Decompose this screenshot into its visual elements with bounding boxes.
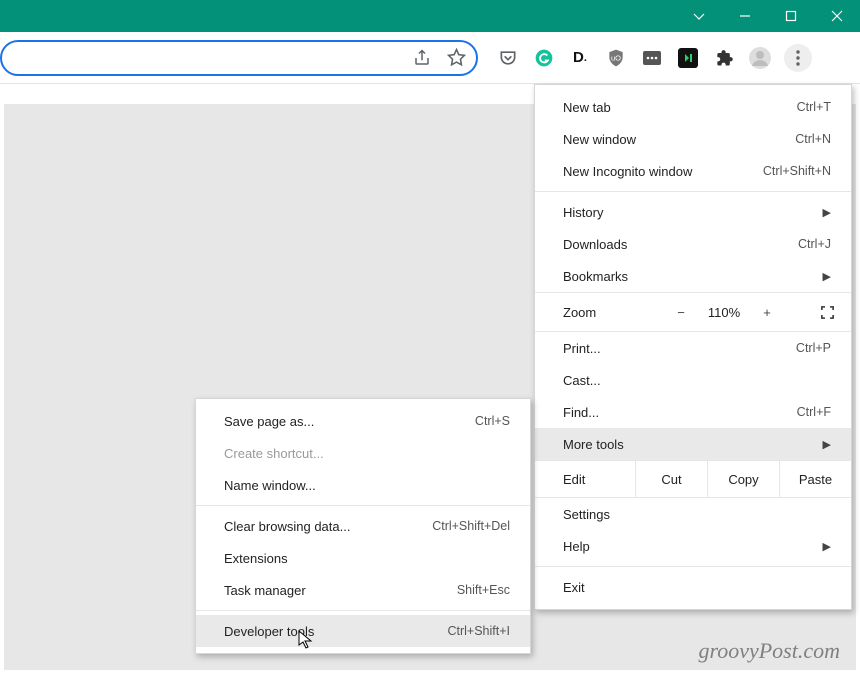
pocket-icon[interactable] <box>496 46 520 70</box>
edit-label: Edit <box>535 472 635 487</box>
menu-exit[interactable]: Exit <box>535 571 851 603</box>
kebab-menu-button[interactable] <box>784 44 812 72</box>
extensions-puzzle-icon[interactable] <box>712 46 736 70</box>
menu-cast[interactable]: Cast... <box>535 364 851 396</box>
submenu-developer-tools[interactable]: Developer toolsCtrl+Shift+I <box>196 615 530 647</box>
submenu-task-manager[interactable]: Task managerShift+Esc <box>196 574 530 606</box>
submenu-save-page[interactable]: Save page as...Ctrl+S <box>196 405 530 437</box>
chevron-right-icon: ▶ <box>823 438 831 451</box>
menu-print[interactable]: Print...Ctrl+P <box>535 332 851 364</box>
menu-history[interactable]: History▶ <box>535 196 851 228</box>
zoom-label: Zoom <box>563 305 663 320</box>
zoom-out-button[interactable]: − <box>663 305 699 320</box>
menu-more-tools[interactable]: More tools▶ <box>535 428 851 460</box>
window-maximize-button[interactable] <box>768 0 814 32</box>
menu-new-incognito[interactable]: New Incognito windowCtrl+Shift+N <box>535 155 851 187</box>
profile-avatar-icon[interactable] <box>748 46 772 70</box>
grammarly-icon[interactable] <box>532 46 556 70</box>
window-close-button[interactable] <box>814 0 860 32</box>
menu-bookmarks[interactable]: Bookmarks▶ <box>535 260 851 292</box>
ublock-icon[interactable]: uO <box>604 46 628 70</box>
menu-zoom-row: Zoom − 110% + <box>535 292 851 332</box>
zoom-in-button[interactable]: + <box>749 305 785 320</box>
more-tools-submenu: Save page as...Ctrl+S Create shortcut...… <box>195 398 531 654</box>
window-titlebar <box>0 0 860 32</box>
chevron-right-icon: ▶ <box>823 206 831 219</box>
chevron-right-icon: ▶ <box>823 270 831 283</box>
edit-cut-button[interactable]: Cut <box>635 461 707 497</box>
svg-text:uO: uO <box>611 53 621 62</box>
menu-settings[interactable]: Settings <box>535 498 851 530</box>
fullscreen-icon[interactable] <box>813 305 841 320</box>
menu-downloads[interactable]: DownloadsCtrl+J <box>535 228 851 260</box>
address-bar[interactable] <box>0 40 478 76</box>
star-icon[interactable] <box>446 48 466 68</box>
share-icon[interactable] <box>412 48 432 68</box>
submenu-extensions[interactable]: Extensions <box>196 542 530 574</box>
dictionary-icon[interactable]: D. <box>568 46 592 70</box>
zoom-value: 110% <box>699 305 749 320</box>
chevron-right-icon: ▶ <box>823 540 831 553</box>
menu-new-tab[interactable]: New tabCtrl+T <box>535 91 851 123</box>
extension-play-icon[interactable] <box>676 46 700 70</box>
tab-chevron-icon[interactable] <box>676 0 722 32</box>
watermark-text: groovyPost.com <box>698 638 840 664</box>
window-minimize-button[interactable] <box>722 0 768 32</box>
browser-toolbar: D. uO <box>0 32 860 84</box>
submenu-name-window[interactable]: Name window... <box>196 469 530 501</box>
submenu-create-shortcut: Create shortcut... <box>196 437 530 469</box>
toolbar-extensions: D. uO <box>496 44 812 72</box>
edit-paste-button[interactable]: Paste <box>779 461 851 497</box>
menu-find[interactable]: Find...Ctrl+F <box>535 396 851 428</box>
extension-square-icon[interactable] <box>640 46 664 70</box>
submenu-clear-browsing-data[interactable]: Clear browsing data...Ctrl+Shift+Del <box>196 510 530 542</box>
chrome-main-menu: New tabCtrl+T New windowCtrl+N New Incog… <box>534 84 852 610</box>
menu-new-window[interactable]: New windowCtrl+N <box>535 123 851 155</box>
edit-copy-button[interactable]: Copy <box>707 461 779 497</box>
menu-help[interactable]: Help▶ <box>535 530 851 562</box>
menu-edit-row: Edit Cut Copy Paste <box>535 460 851 498</box>
